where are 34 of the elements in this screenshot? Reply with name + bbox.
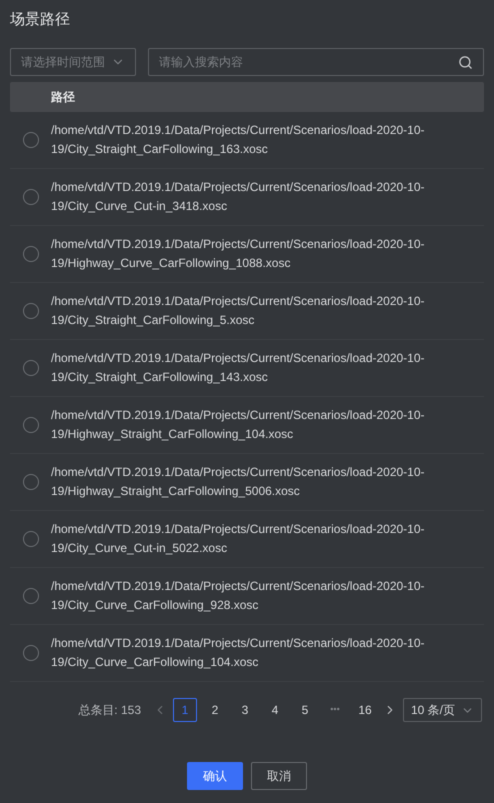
path-cell-text: /home/vtd/VTD.2019.1/Data/Projects/Current/Scenarios/load-2020-10-19/City_Curve_Cut-in_3418.xosc — [51, 179, 426, 215]
page-button[interactable]: 4 — [263, 698, 287, 722]
path-cell-text: /home/vtd/VTD.2019.1/Data/Projects/Current/Scenarios/load-2020-10-19/City_Straight_CarFollowing_143.xosc — [51, 350, 426, 386]
radio-button[interactable] — [22, 246, 38, 262]
page-button[interactable]: 5 — [293, 698, 317, 722]
radio-button[interactable] — [22, 474, 38, 490]
page-button[interactable]: 3 — [233, 698, 257, 722]
page-size-select[interactable]: 10 条/页 — [403, 698, 482, 722]
path-cell-text: /home/vtd/VTD.2019.1/Data/Projects/Current/Scenarios/load-2020-10-19/Highway_Straight_CarFollowing_104.xosc — [51, 407, 426, 443]
search-field[interactable]: 请输入搜索内容 — [148, 48, 484, 76]
cancel-button[interactable]: 取消 — [251, 762, 307, 790]
total-count: 总条目: 153 — [78, 702, 141, 719]
radio-button[interactable] — [22, 360, 38, 376]
path-cell-text: /home/vtd/VTD.2019.1/Data/Projects/Current/Scenarios/load-2020-10-19/Highway_Straight_CarFollowing_5006.xosc — [51, 464, 426, 500]
path-cell-text: /home/vtd/VTD.2019.1/Data/Projects/Current/Scenarios/load-2020-10-19/City_Curve_CarFollowing_928.xosc — [51, 578, 426, 614]
path-cell-text: /home/vtd/VTD.2019.1/Data/Projects/Current/Scenarios/load-2020-10-19/Highway_Curve_CarFollowing_1088.xosc — [51, 236, 426, 272]
radio-button[interactable] — [22, 531, 38, 547]
radio-button[interactable] — [22, 189, 38, 205]
path-cell-text: /home/vtd/VTD.2019.1/Data/Projects/Current/Scenarios/load-2020-10-19/City_Straight_CarFollowing_5.xosc — [51, 293, 426, 329]
path-cell-text: /home/vtd/VTD.2019.1/Data/Projects/Current/Scenarios/load-2020-10-19/City_Curve_Cut-in_5022.xosc — [51, 521, 426, 557]
radio-button[interactable] — [22, 645, 38, 661]
radio-button[interactable] — [22, 303, 38, 319]
page-button[interactable]: 16 — [353, 698, 377, 722]
confirm-button[interactable]: 确认 — [187, 762, 243, 790]
radio-button[interactable] — [22, 132, 38, 148]
path-cell-text: /home/vtd/VTD.2019.1/Data/Projects/Current/Scenarios/load-2020-10-19/City_Straight_CarFollowing_163.xosc — [51, 122, 426, 158]
search-input[interactable]: 请输入搜索内容 — [159, 53, 458, 71]
column-header: 路径 — [51, 89, 75, 106]
radio-button[interactable] — [22, 417, 38, 433]
search-icon — [458, 54, 473, 70]
page-button[interactable]: 2 — [203, 698, 227, 722]
path-cell-text: /home/vtd/VTD.2019.1/Data/Projects/Current/Scenarios/load-2020-10-19/City_Curve_CarFollowing_104.xosc — [51, 635, 426, 671]
dialog-title: 场景路径 — [10, 11, 70, 28]
radio-button[interactable] — [22, 588, 38, 604]
